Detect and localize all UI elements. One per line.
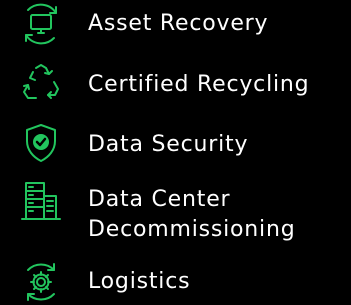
list-item-label-line1: Data Center	[88, 187, 231, 212]
server-building-icon	[18, 178, 64, 224]
list-item-label: Data Security	[88, 132, 249, 157]
list-item-data-security: Data Security	[0, 118, 351, 168]
list-item-label-line2: Decommissioning	[88, 217, 296, 242]
list-item-label: Logistics	[88, 269, 191, 294]
list-item-logistics: Logistics	[0, 260, 351, 302]
list-item-label: Certified Recycling	[88, 72, 310, 97]
list-item-data-center-decommissioning: Data Center Decommissioning	[0, 176, 351, 248]
gear-cycle-icon	[18, 259, 64, 305]
list-item-certified-recycling: Certified Recycling	[0, 58, 351, 108]
recycle-icon	[18, 60, 64, 106]
service-list: Asset Recovery Certified Recycling Data …	[0, 0, 351, 302]
shield-check-icon	[18, 120, 64, 166]
monitor-cycle-icon	[18, 1, 64, 47]
list-item-asset-recovery: Asset Recovery	[0, 0, 351, 48]
list-item-label: Asset Recovery	[88, 11, 269, 36]
